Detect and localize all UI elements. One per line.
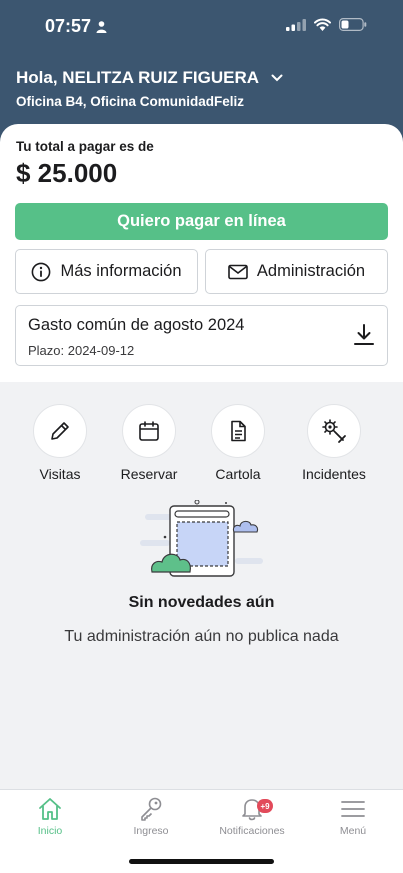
unit-selector[interactable]: Hola, NELITZA RUIZ FIGUERA — [16, 68, 283, 88]
total-amount: $ 25.000 — [16, 158, 118, 188]
quick-actions: Visitas Reservar Cartola Incidentes — [0, 404, 403, 484]
status-bar: 07:57 — [0, 16, 403, 40]
cellular-signal-icon — [286, 18, 306, 31]
tab-label: Menú — [339, 825, 367, 837]
unit-subtitle: Oficina B4, Oficina ComunidadFeliz — [16, 94, 245, 109]
battery-icon — [339, 18, 367, 31]
person-icon — [96, 20, 107, 33]
action-label: Cartola — [215, 466, 261, 482]
expense-title: Gasto común de agosto 2024 — [28, 316, 245, 334]
administration-button[interactable]: Administración — [205, 249, 388, 294]
action-visitas[interactable]: Visitas — [15, 404, 105, 482]
action-circle — [307, 404, 361, 458]
wrench-gear-icon — [322, 419, 346, 443]
status-indicators — [286, 18, 367, 31]
tab-notificaciones[interactable]: +9 Notificaciones — [202, 796, 302, 837]
chevron-down-icon — [271, 74, 283, 82]
empty-state-title: Sin novedades aún — [128, 594, 275, 611]
empty-state-subtitle: Tu administración aún no publica nada — [64, 628, 339, 645]
tab-label: Ingreso — [133, 825, 169, 837]
expense-due-date: Plazo: 2024-09-12 — [28, 343, 135, 358]
wifi-icon — [314, 18, 331, 31]
tab-inicio[interactable]: Inicio — [0, 796, 100, 837]
key-icon — [141, 797, 162, 821]
action-cartola[interactable]: Cartola — [193, 404, 283, 482]
administration-label: Administración — [256, 262, 366, 280]
tab-menu[interactable]: Menú — [303, 796, 403, 837]
more-info-button[interactable]: Más información — [15, 249, 198, 294]
action-circle — [122, 404, 176, 458]
action-circle — [211, 404, 265, 458]
action-label: Incidentes — [302, 466, 366, 482]
action-reservar[interactable]: Reservar — [104, 404, 194, 482]
home-indicator — [129, 859, 274, 864]
mail-icon — [228, 264, 248, 279]
notifications-badge: +9 — [257, 799, 273, 813]
action-label: Visitas — [39, 466, 81, 482]
tab-label: Inicio — [37, 825, 63, 837]
pay-online-button[interactable]: Quiero pagar en línea — [15, 203, 388, 240]
action-circle — [33, 404, 87, 458]
empty-news-illustration — [140, 500, 263, 577]
pencil-icon — [51, 422, 69, 440]
status-time: 07:57 — [45, 16, 107, 37]
download-icon[interactable] — [353, 323, 375, 347]
info-icon — [32, 262, 51, 281]
hamburger-menu-icon — [341, 801, 365, 817]
action-label: Reservar — [120, 466, 178, 482]
tab-ingreso[interactable]: Ingreso — [101, 796, 201, 837]
calendar-icon — [139, 421, 159, 441]
tab-label: Notificaciones — [219, 825, 285, 837]
status-time-text: 07:57 — [45, 16, 92, 36]
home-icon — [39, 798, 61, 820]
document-icon — [231, 420, 246, 442]
action-incidentes[interactable]: Incidentes — [289, 404, 379, 482]
greeting-text: Hola, NELITZA RUIZ FIGUERA — [16, 68, 260, 87]
payment-card: Tu total a pagar es de $ 25.000 Quiero p… — [0, 124, 403, 382]
expense-item[interactable]: Gasto común de agosto 2024 Plazo: 2024-0… — [15, 305, 388, 366]
more-info-label: Más información — [60, 262, 182, 280]
total-label: Tu total a pagar es de — [16, 139, 154, 154]
